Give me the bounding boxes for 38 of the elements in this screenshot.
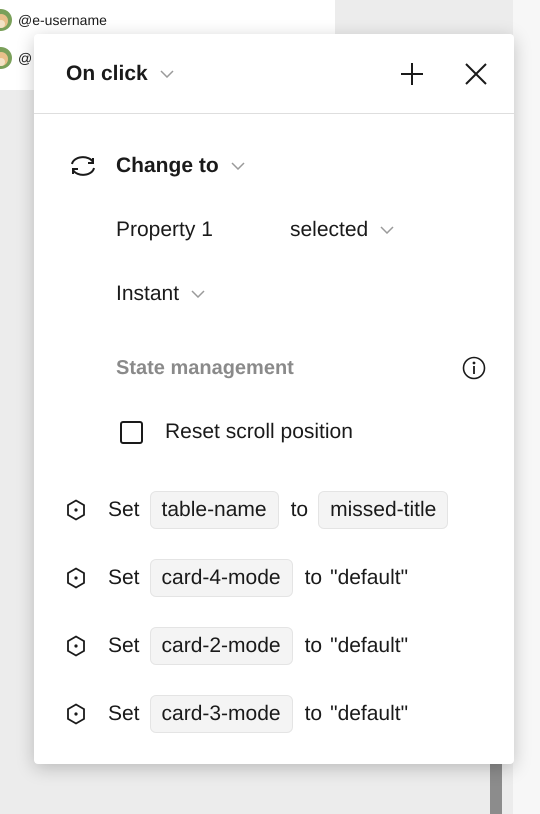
hexagon-icon [66, 499, 86, 521]
to-label: to [304, 565, 322, 592]
transition-dropdown[interactable]: Instant [116, 278, 206, 310]
set-label: Set [108, 701, 140, 728]
to-label: to [304, 633, 322, 660]
username[interactable]: @e-username [18, 10, 107, 30]
add-icon[interactable] [400, 62, 424, 86]
trigger-dropdown[interactable]: On click [66, 58, 174, 90]
variable-chip[interactable]: missed-title [318, 491, 448, 529]
hexagon-icon [66, 567, 86, 589]
hexagon-icon [66, 635, 86, 657]
property-label: Property 1 [116, 217, 214, 244]
variable-chip[interactable]: card-2-mode [150, 627, 293, 665]
hexagon-icon [66, 703, 86, 725]
variable-chip[interactable]: table-name [150, 491, 279, 529]
swap-arrows-icon [68, 154, 98, 178]
variable-chip[interactable]: card-3-mode [150, 695, 293, 733]
to-label: to [290, 497, 308, 524]
close-icon[interactable] [464, 62, 488, 86]
value-text: "default" [330, 565, 408, 592]
username[interactable]: @ [18, 48, 32, 68]
section-title: State management [116, 356, 295, 381]
set-label: Set [108, 633, 140, 660]
checkbox[interactable] [120, 420, 143, 444]
variable-chip[interactable]: card-4-mode [150, 559, 293, 597]
chevron-down-icon [191, 290, 206, 298]
action-dropdown[interactable]: Change to [116, 150, 245, 182]
set-label: Set [108, 497, 140, 524]
value-text: "default" [330, 701, 408, 728]
value-text: "default" [330, 633, 408, 660]
property-value-dropdown[interactable]: selected [290, 214, 394, 246]
to-label: to [304, 701, 322, 728]
chevron-down-icon [230, 162, 245, 170]
checkbox-label: Reset scroll position [165, 419, 353, 446]
info-icon[interactable] [462, 356, 486, 380]
chevron-down-icon [160, 70, 174, 78]
set-label: Set [108, 565, 140, 592]
chevron-down-icon [380, 226, 394, 234]
